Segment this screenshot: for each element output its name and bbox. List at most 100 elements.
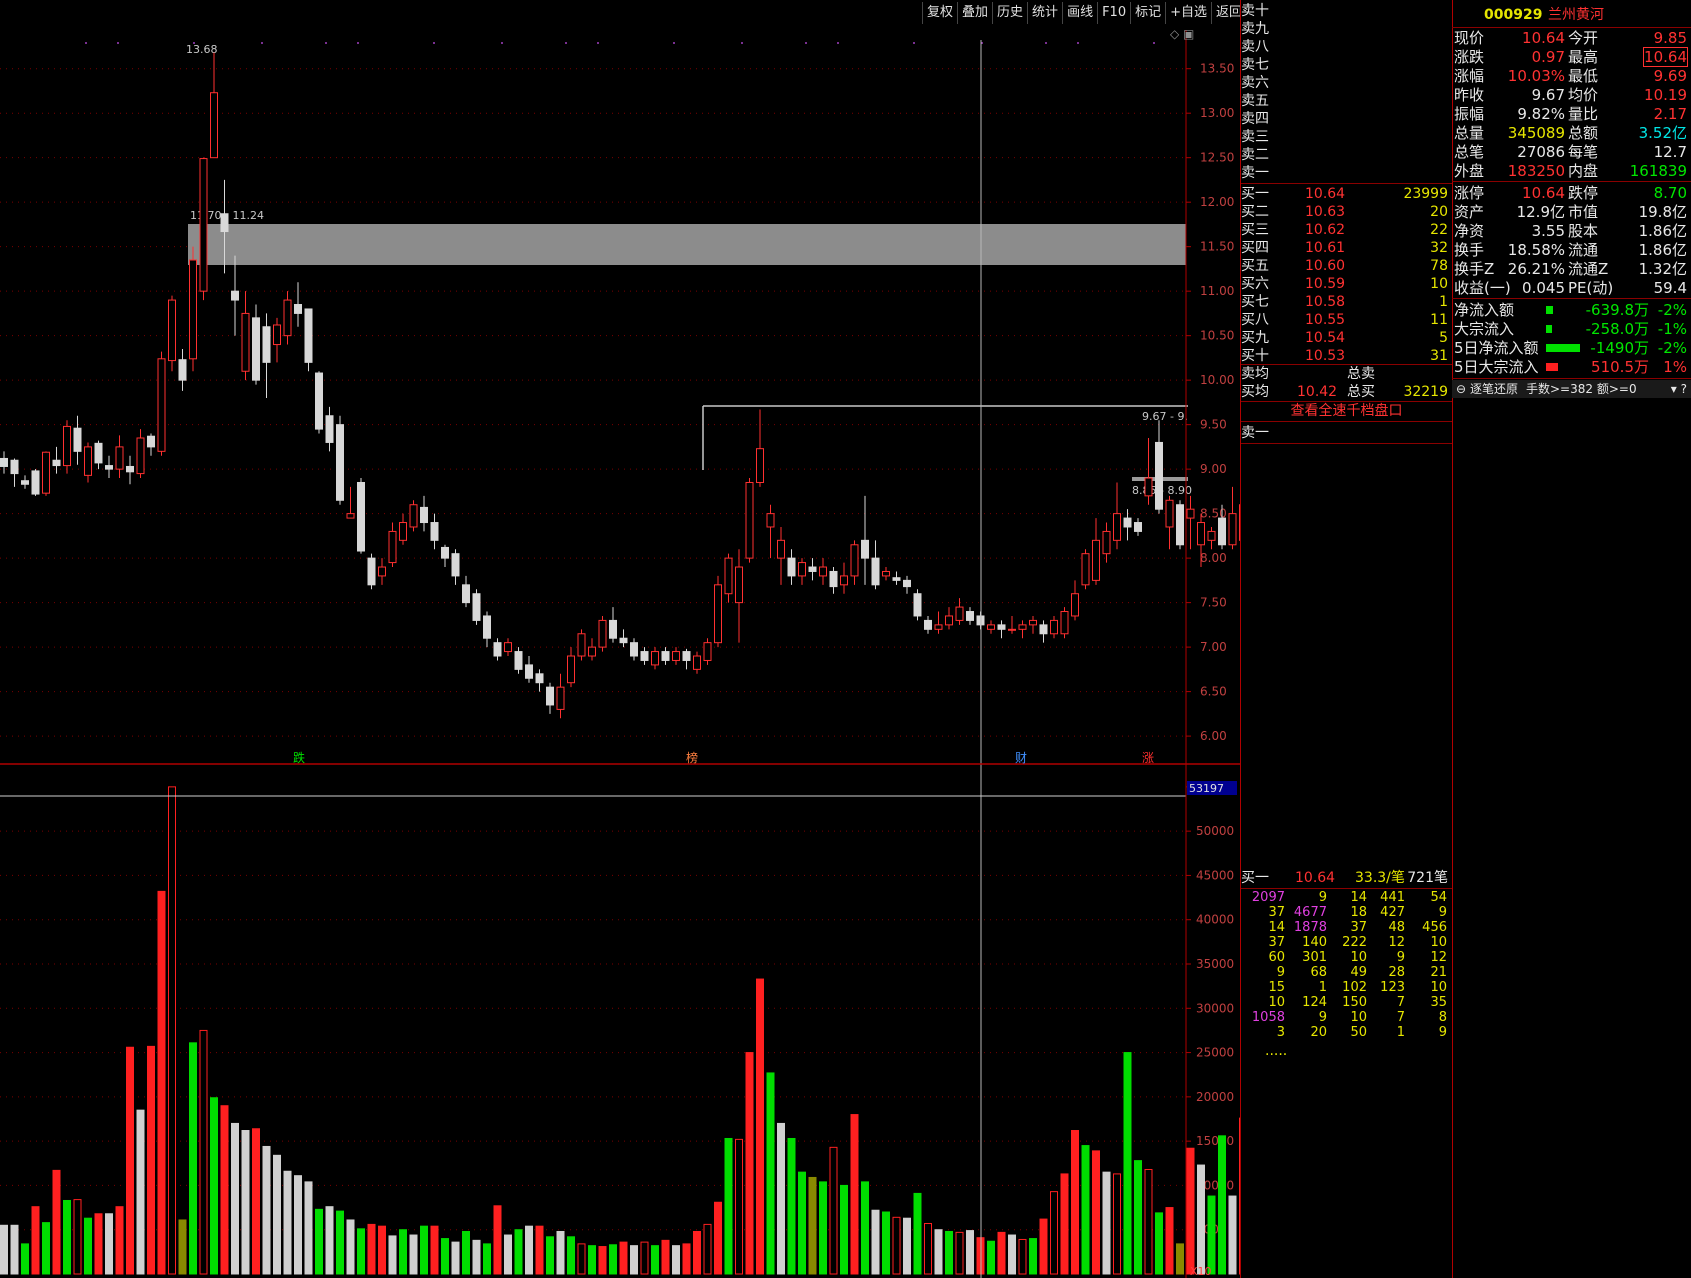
buy-level-row[interactable]: 买七 10.58 1 <box>1241 293 1452 311</box>
collapse-icon[interactable]: ⊖ <box>1456 380 1466 398</box>
queue-cell: 150 <box>1342 995 1367 1010</box>
buy-level-row[interactable]: 买八 10.55 11 <box>1241 311 1452 329</box>
queue-cell: 7 <box>1396 995 1405 1010</box>
capital-flow-value: 510.5万 <box>1591 358 1649 376</box>
candle-body <box>934 624 943 630</box>
candle-body <box>756 448 764 483</box>
quote-stat-label: 总额 <box>1568 124 1599 142</box>
volume-bar <box>126 1046 134 1275</box>
sell-level-row[interactable]: 卖九 <box>1241 20 1452 38</box>
volume-bar <box>84 1217 92 1275</box>
queue-more: ..... <box>1241 1042 1452 1060</box>
sell-level-row[interactable]: 卖六 <box>1241 74 1452 92</box>
queue-cell: 28 <box>1388 965 1405 980</box>
capital-flow-pct: -2% <box>1657 339 1687 357</box>
sell-level-row[interactable]: 卖三 <box>1241 128 1452 146</box>
volume-bar <box>63 1199 71 1275</box>
quote-stat-row: 收益(一) 0.045 PE(动) 59.4 <box>1452 279 1691 297</box>
volume-bar <box>619 1241 628 1275</box>
buy-level-label: 买七 <box>1241 294 1269 310</box>
ticker-filter[interactable]: 手数>=382 额>=0 <box>1526 380 1637 398</box>
sell-level-row[interactable]: 卖十 <box>1241 2 1452 20</box>
quote-stat-value: 10.64 <box>1522 29 1565 47</box>
queue-cell: 18 <box>1350 905 1367 920</box>
candle-body <box>1144 477 1153 497</box>
candle-body <box>630 642 638 657</box>
quote-panel: 000929 兰州黄河 现价 10.64 今开 9.85 涨跌 0.97 最高 10.64 涨幅… <box>1452 0 1691 1278</box>
buy-level-price: 10.55 <box>1305 312 1346 328</box>
quote-stat-label: 涨跌 <box>1454 48 1485 66</box>
volume-bar <box>840 1184 848 1275</box>
volume-bar <box>241 1130 250 1275</box>
volume-bar <box>997 1231 1006 1275</box>
volume-bar <box>661 1239 670 1275</box>
capital-flow-bar <box>1546 325 1552 333</box>
candle-body <box>1018 624 1027 630</box>
buy-level-row[interactable]: 买四 10.61 32 <box>1241 239 1452 257</box>
volume-bar <box>955 1231 964 1275</box>
buy-level-price: 10.58 <box>1305 294 1346 310</box>
volume-bar <box>1081 1145 1090 1275</box>
ticker-tab[interactable]: 逐笔还原 <box>1470 380 1518 398</box>
volume-bar <box>703 1223 712 1275</box>
quote-stat-value: 10.64 <box>1643 47 1688 67</box>
candle-body <box>735 566 743 604</box>
volume-bar <box>745 1052 754 1275</box>
sell1-label: 卖一 <box>1241 425 1269 441</box>
volume-tick-label: 25000 <box>1196 1046 1234 1060</box>
capital-flow-row: 5日净流入额 -1490万 -2% <box>1452 339 1691 357</box>
buy-level-row[interactable]: 买一 10.64 23999 <box>1241 185 1452 203</box>
volume-bar <box>493 1205 502 1275</box>
queue-cell: 9 <box>1396 950 1405 965</box>
queue-cell: 9 <box>1318 890 1327 905</box>
volume-bar <box>504 1234 512 1275</box>
quote-stat-value: 3.55 <box>1531 222 1565 240</box>
total-sell-label: 总卖 <box>1347 366 1375 382</box>
candle-body <box>1197 522 1205 546</box>
full-depth-link[interactable]: 查看全速千档盘口 <box>1241 402 1452 420</box>
buy-level-volume: 78 <box>1430 258 1448 274</box>
queue-count: 721笔 <box>1407 870 1448 886</box>
candle-body <box>619 637 628 644</box>
sell-level-row[interactable]: 卖七 <box>1241 56 1452 74</box>
candle-body <box>640 651 649 661</box>
buy-level-row[interactable]: 买六 10.59 10 <box>1241 275 1452 293</box>
buy-level-row[interactable]: 买三 10.62 22 <box>1241 221 1452 239</box>
sell-level-row[interactable]: 卖五 <box>1241 92 1452 110</box>
queue-cell: 21 <box>1430 965 1447 980</box>
sell-level-row[interactable]: 卖八 <box>1241 38 1452 56</box>
volume-bar <box>157 890 166 1275</box>
buy-level-row[interactable]: 买二 10.63 20 <box>1241 203 1452 221</box>
volume-bar <box>388 1235 397 1275</box>
volume-bar <box>94 1213 103 1275</box>
kline-chart[interactable]: 13.50 13.00 12.50 12.00 11.50 11.00 10.50 10.00… <box>0 0 1240 1278</box>
buy-level-label: 买一 <box>1241 186 1269 202</box>
quote-stat-label: 今开 <box>1568 29 1599 47</box>
sell-level-row[interactable]: 卖一 <box>1241 164 1452 182</box>
chart-options-icon[interactable]: ◇ ▣ <box>1170 27 1194 41</box>
filter-icon[interactable]: ▾ ? <box>1671 380 1687 398</box>
sell-level-row[interactable]: 卖二 <box>1241 146 1452 164</box>
queue-cell: 48 <box>1388 920 1405 935</box>
candle-body <box>514 651 523 670</box>
candle-body <box>84 446 92 476</box>
volume-bar <box>52 1169 61 1275</box>
buy-level-row[interactable]: 买九 10.54 5 <box>1241 329 1452 347</box>
buy-level-row[interactable]: 买五 10.60 78 <box>1241 257 1452 275</box>
quote-stat-label: 均价 <box>1568 86 1599 104</box>
volume-bar <box>892 1216 901 1275</box>
queue-cell: 60 <box>1268 950 1285 965</box>
sell-level-label: 卖一 <box>1241 165 1269 181</box>
buy-level-row[interactable]: 买十 10.53 31 <box>1241 347 1452 365</box>
candle-body <box>567 655 575 684</box>
volume-bar <box>462 1230 470 1275</box>
volume-bar <box>1102 1171 1111 1275</box>
capital-flow-pct: -2% <box>1657 301 1687 319</box>
queue-cell: 124 <box>1302 995 1327 1010</box>
buy-level-price: 10.53 <box>1305 348 1346 364</box>
full-depth-link-text[interactable]: 查看全速千档盘口 <box>1291 403 1403 419</box>
quote-stat-value: 1.86亿 <box>1638 241 1687 259</box>
quote-stat-value: 9.85 <box>1653 29 1687 47</box>
sell-level-row[interactable]: 卖四 <box>1241 110 1452 128</box>
sell1-row: 卖一 <box>1241 424 1452 442</box>
